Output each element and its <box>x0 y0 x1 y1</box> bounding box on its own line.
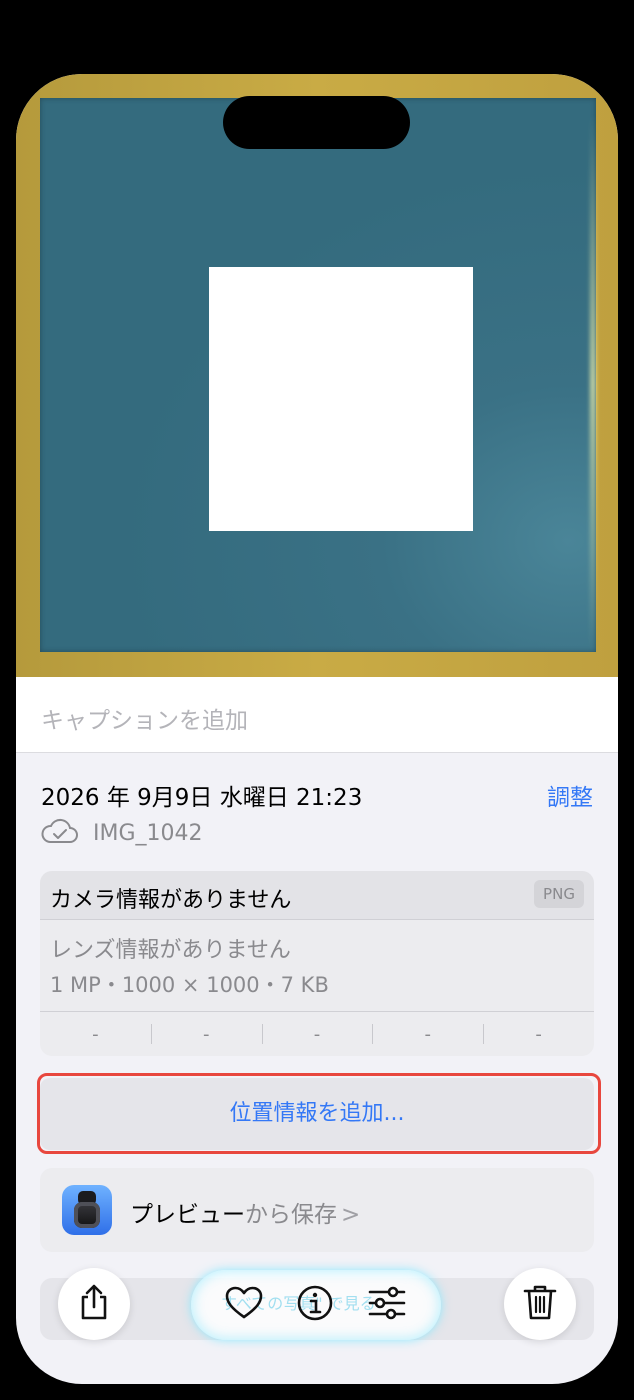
image-specs: 1 MP・1000 × 1000・7 KB <box>50 973 329 997</box>
add-location-button[interactable]: 位置情報を追加... <box>40 1078 594 1150</box>
format-badge: PNG <box>534 880 584 908</box>
app-name: プレビュー <box>130 1202 245 1228</box>
delete-button[interactable] <box>504 1268 576 1340</box>
icloud-check-icon <box>41 818 79 848</box>
trash-icon <box>523 1283 557 1325</box>
exif-value: - <box>261 1012 373 1056</box>
phone-screen: キャプションを追加 2026 年 9月9日 水曜日 21:23 調整 IMG_1… <box>16 74 618 1384</box>
heart-icon[interactable] <box>225 1286 263 1324</box>
exif-value: - <box>92 1024 99 1045</box>
file-name: IMG_1042 <box>93 820 203 846</box>
photo-image <box>40 98 596 652</box>
camera-info-card: カメラ情報がありません PNG レンズ情報がありません 1 MP・1000 × … <box>40 871 594 1056</box>
saved-from-suffix: から保存 <box>245 1202 337 1228</box>
info-icon[interactable] <box>296 1284 334 1326</box>
exif-row: - - - - - <box>40 1011 594 1056</box>
file-row: IMG_1042 <box>41 816 203 850</box>
photo-white-square <box>209 267 473 531</box>
camera-info-header: カメラ情報がありません PNG <box>40 871 594 920</box>
caption-field[interactable]: キャプションを追加 <box>16 677 618 753</box>
share-button[interactable] <box>58 1268 130 1340</box>
photo-glow-edge <box>590 114 596 654</box>
photo-viewer[interactable] <box>16 74 618 677</box>
photo-date: 2026 年 9月9日 水曜日 21:23 <box>41 785 363 811</box>
exif-value: - <box>150 1012 262 1056</box>
adjust-button[interactable]: 調整 <box>547 778 593 812</box>
photo-actions-pill: すべての写真" で見る <box>191 1270 441 1340</box>
caption-placeholder: キャプションを追加 <box>41 708 248 734</box>
saved-from-row[interactable]: プレビューから保存 > <box>40 1168 594 1252</box>
preview-app-icon <box>62 1185 112 1235</box>
exif-value: - <box>372 1012 483 1056</box>
chevron-right-icon: > <box>341 1202 361 1228</box>
adjust-sliders-icon[interactable] <box>367 1286 407 1324</box>
lens-label: レンズ情報がありません <box>50 938 291 963</box>
share-icon <box>77 1283 111 1325</box>
saved-from-label: プレビューから保存 > <box>130 1195 360 1229</box>
camera-label: カメラ情報がありません <box>50 888 292 913</box>
exif-value: - <box>483 1012 594 1056</box>
dynamic-island <box>223 96 410 149</box>
